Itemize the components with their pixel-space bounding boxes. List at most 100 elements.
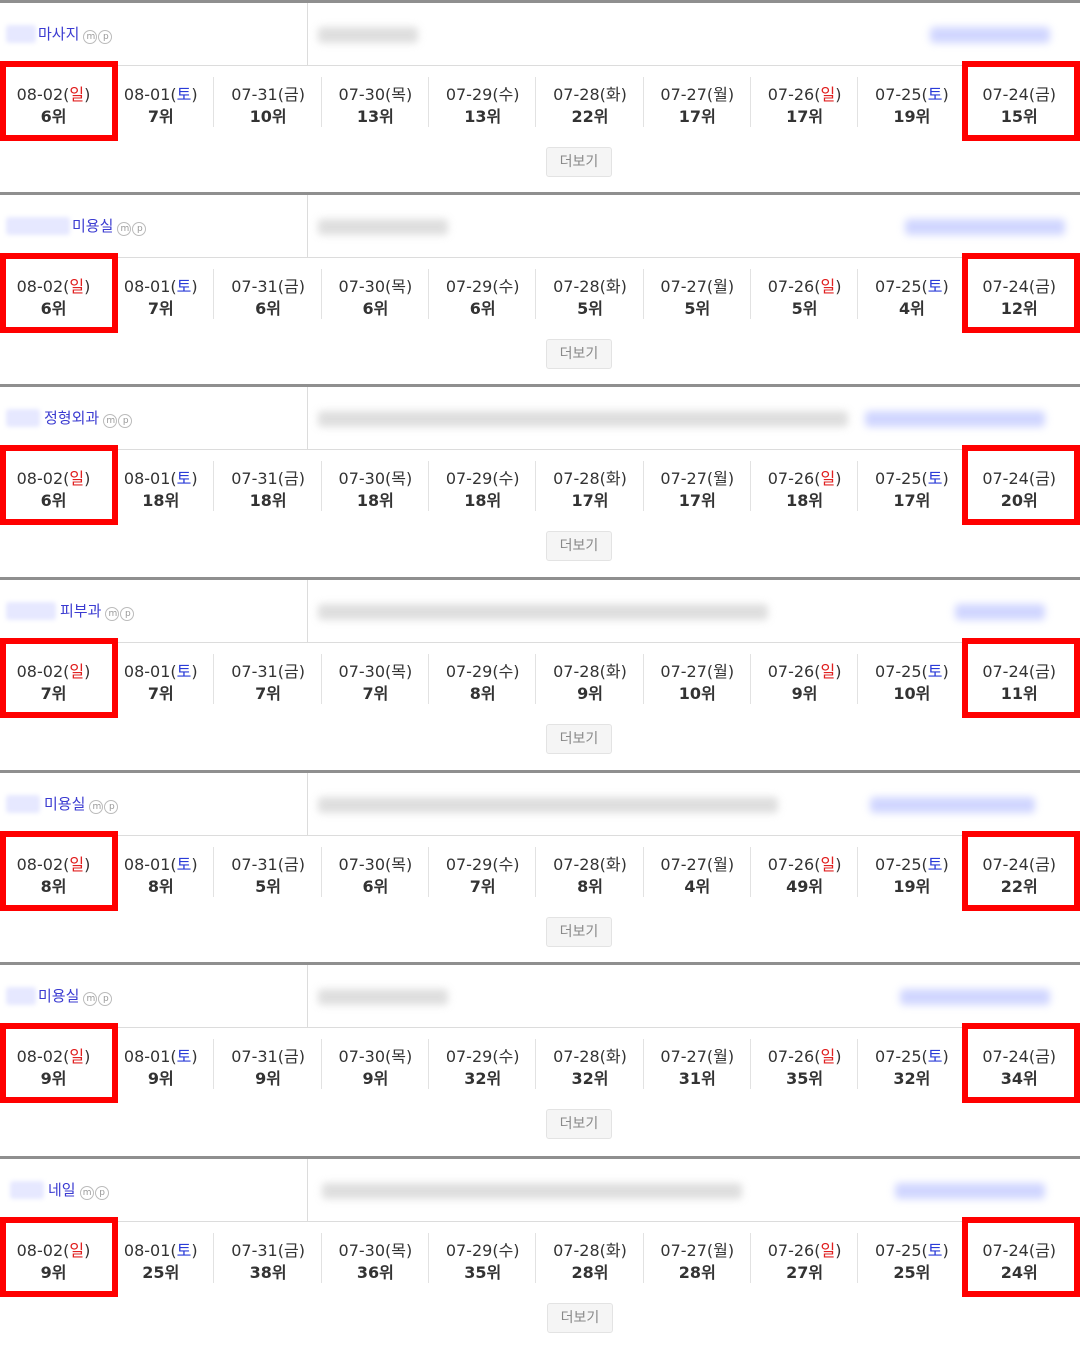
rank-cell: 07-24(금) 24위 bbox=[966, 1221, 1073, 1299]
rank-row: 08-02(일) 6위 08-01(토) 7위 07-31(금) 10위 07-30(목) 1… bbox=[0, 61, 1080, 143]
rank-value: 6위 bbox=[362, 299, 389, 318]
date-md: 08-02 bbox=[16, 469, 64, 488]
day-of-week: 토 bbox=[927, 469, 943, 488]
rank-cell: 07-24(금) 20위 bbox=[966, 449, 1073, 527]
mobile-pc-icons: mp bbox=[105, 607, 135, 621]
day-of-week: 토 bbox=[927, 855, 943, 874]
rank-cell: 07-24(금) 12위 bbox=[966, 257, 1073, 335]
rank-value: 6위 bbox=[255, 299, 282, 318]
day-of-week: 화 bbox=[605, 277, 621, 296]
rank-cell: 07-26(일) 35위 bbox=[751, 1027, 859, 1105]
day-of-week: 토 bbox=[927, 277, 943, 296]
date-md: 07-24 bbox=[982, 662, 1029, 681]
date-md: 08-01 bbox=[123, 85, 171, 104]
date-md: 07-29 bbox=[445, 469, 493, 488]
keyword-label[interactable]: 미용실 m p bbox=[72, 215, 147, 236]
date-label: 07-29(수) bbox=[445, 855, 520, 874]
rank-value: 5위 bbox=[255, 877, 282, 896]
day-of-week: 토 bbox=[176, 662, 192, 681]
keyword-cell: 미용실 m p bbox=[0, 195, 308, 257]
rank-cell: 07-30(목) 6위 bbox=[322, 835, 429, 913]
date-md: 07-28 bbox=[553, 1241, 600, 1260]
day-of-week: 목 bbox=[391, 1047, 406, 1066]
more-button[interactable]: 더보기 bbox=[546, 1109, 612, 1139]
more-button[interactable]: 더보기 bbox=[546, 339, 612, 369]
date-md: 07-27 bbox=[660, 855, 707, 874]
date-md: 08-01 bbox=[123, 1047, 171, 1066]
date-label: 07-31(금) bbox=[231, 1241, 305, 1260]
more-button[interactable]: 더보기 bbox=[547, 1303, 613, 1333]
keyword-cell: 미용실 m p bbox=[0, 773, 308, 835]
rank-row: 08-02(일) 9위 08-01(토) 25위 07-31(금) 38위 07-30(목)… bbox=[0, 1217, 1080, 1299]
mobile-pc-icons: mp bbox=[89, 800, 119, 814]
date-md: 07-26 bbox=[767, 1047, 815, 1066]
rank-cell: 08-01(토) 9위 bbox=[107, 1027, 215, 1105]
rank-value: 18위 bbox=[249, 491, 287, 510]
rank-value: 12위 bbox=[1000, 299, 1038, 318]
keyword-label[interactable]: 정형외과 m p bbox=[44, 407, 133, 428]
keyword-label[interactable]: 피부과 m p bbox=[60, 600, 135, 621]
rank-cell: 07-24(금) 11위 bbox=[966, 642, 1073, 720]
rank-card: 피부과 m p 08-02(일) 7위 08-01(토) 7위 07-31(금) 7위 07-30… bbox=[0, 577, 1080, 770]
date-label: 07-25(토) bbox=[875, 855, 949, 874]
rank-value: 8위 bbox=[40, 877, 67, 896]
date-label: 08-02(일) bbox=[16, 1241, 91, 1260]
pc-icon: p bbox=[104, 800, 119, 814]
date-label: 08-02(일) bbox=[16, 855, 91, 874]
rank-cell: 07-27(월) 17위 bbox=[644, 449, 751, 527]
date-md: 07-31 bbox=[231, 85, 278, 104]
rank-cell: 07-31(금) 5위 bbox=[215, 835, 322, 913]
mobile-icon: m bbox=[79, 1186, 94, 1200]
keyword-label[interactable]: 미용실 m p bbox=[38, 985, 113, 1006]
date-md: 07-26 bbox=[767, 469, 815, 488]
day-of-week: 일 bbox=[820, 855, 836, 874]
rank-cell: 07-24(금) 22위 bbox=[966, 835, 1073, 913]
rank-cell: 08-02(일) 9위 bbox=[0, 1027, 107, 1105]
mobile-icon: m bbox=[89, 800, 104, 814]
keyword-label[interactable]: 마사지 m p bbox=[38, 23, 113, 44]
rank-cell: 07-26(일) 49위 bbox=[751, 835, 859, 913]
rank-cell: 07-31(금) 9위 bbox=[215, 1027, 322, 1105]
date-label: 07-28(화) bbox=[553, 662, 627, 681]
day-of-week: 일 bbox=[820, 277, 836, 296]
day-of-week: 금 bbox=[1035, 1047, 1050, 1066]
day-of-week: 일 bbox=[69, 1241, 85, 1260]
date-md: 07-25 bbox=[875, 469, 922, 488]
keyword-cell: 미용실 m p bbox=[0, 965, 308, 1027]
date-label: 08-01(토) bbox=[123, 855, 198, 874]
date-md: 07-31 bbox=[231, 1241, 278, 1260]
rank-cell: 07-25(토) 32위 bbox=[858, 1027, 966, 1105]
rank-value: 8위 bbox=[147, 877, 174, 896]
rank-value: 7위 bbox=[147, 107, 174, 126]
keyword-label[interactable]: 네일 m p bbox=[48, 1179, 110, 1200]
date-label: 07-27(월) bbox=[660, 277, 735, 296]
rank-cell: 07-26(일) 27위 bbox=[751, 1221, 859, 1299]
rank-value: 34위 bbox=[1000, 1069, 1038, 1088]
rank-cell: 08-01(토) 7위 bbox=[107, 642, 215, 720]
rank-value: 7위 bbox=[147, 299, 174, 318]
rank-value: 17위 bbox=[678, 491, 716, 510]
date-md: 07-28 bbox=[553, 277, 600, 296]
more-button[interactable]: 더보기 bbox=[546, 724, 612, 754]
keyword-blur bbox=[6, 795, 40, 813]
date-md: 07-28 bbox=[553, 469, 600, 488]
day-of-week: 토 bbox=[927, 85, 943, 104]
rank-value: 7위 bbox=[362, 684, 389, 703]
more-button[interactable]: 더보기 bbox=[546, 531, 612, 561]
date-md: 07-27 bbox=[660, 662, 707, 681]
day-of-week: 월 bbox=[713, 1241, 728, 1260]
rank-value: 9위 bbox=[255, 1069, 282, 1088]
more-button[interactable]: 더보기 bbox=[546, 147, 612, 177]
date-md: 07-25 bbox=[875, 1047, 922, 1066]
date-md: 07-30 bbox=[338, 662, 386, 681]
date-md: 07-30 bbox=[338, 1047, 386, 1066]
keyword-text: 미용실 bbox=[38, 987, 80, 1005]
keyword-label[interactable]: 미용실 m p bbox=[44, 793, 119, 814]
rank-value: 7위 bbox=[40, 684, 67, 703]
rank-cell: 07-29(수) 18위 bbox=[429, 449, 537, 527]
more-button[interactable]: 더보기 bbox=[546, 917, 612, 947]
day-of-week: 금 bbox=[283, 1241, 299, 1260]
rank-cell: 07-31(금) 6위 bbox=[215, 257, 322, 335]
date-md: 07-24 bbox=[982, 1241, 1029, 1260]
date-label: 07-30(목) bbox=[338, 277, 413, 296]
